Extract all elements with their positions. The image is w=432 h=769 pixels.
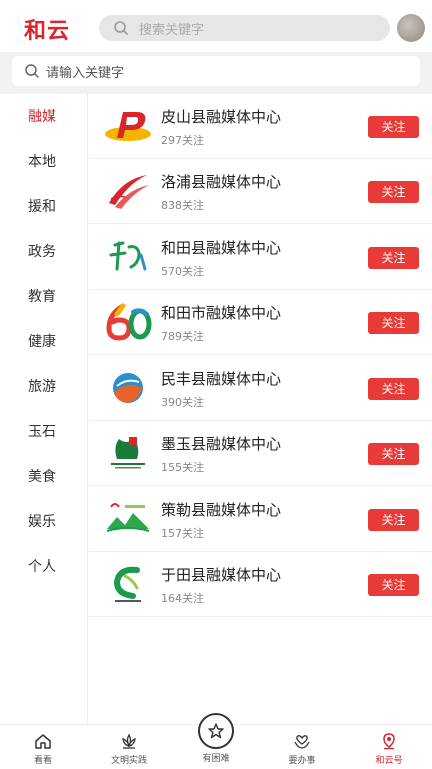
search-icon xyxy=(114,21,128,35)
tab-label: 文明实践 xyxy=(110,756,147,766)
list-item[interactable]: 皮山县融媒体中心 297关注 关注 xyxy=(89,94,432,159)
follower-count: 164关注 xyxy=(161,592,204,605)
media-name: 于田县融媒体中心 xyxy=(161,566,282,584)
tab-label: 要办事 xyxy=(288,756,316,766)
tab-label: 看看 xyxy=(33,756,52,766)
red-swoosh-logo xyxy=(109,175,149,209)
search-icon xyxy=(25,64,39,78)
blue-orange-circle-logo xyxy=(113,373,143,403)
green-red-emblem-logo xyxy=(111,437,145,469)
sidebar-item-rongmei[interactable]: 融媒 xyxy=(0,97,88,137)
follow-button[interactable]: 关注 xyxy=(368,181,419,203)
sidebar-item-lvyou[interactable]: 旅游 xyxy=(0,367,88,407)
follower-count: 157关注 xyxy=(161,527,204,540)
media-name: 洛浦县融媒体中心 xyxy=(161,173,282,191)
follower-count: 838关注 xyxy=(161,199,204,212)
sidebar-item-bendi[interactable]: 本地 xyxy=(0,142,88,182)
follower-count: 155关注 xyxy=(161,461,204,474)
sidebar-item-yushi[interactable]: 玉石 xyxy=(0,412,88,452)
tab-label: 和云号 xyxy=(375,756,403,766)
sidebar-item-meishi[interactable]: 美食 xyxy=(0,457,88,497)
tab-youkunnan[interactable]: 有困难 xyxy=(173,713,259,769)
green-mountain-logo xyxy=(106,503,150,532)
follow-button[interactable]: 关注 xyxy=(368,509,419,531)
media-name: 墨玉县融媒体中心 xyxy=(161,435,282,453)
top-search-bar[interactable]: 搜索关键字 xyxy=(99,15,390,41)
location-pin-icon xyxy=(383,733,395,750)
top-search-placeholder: 搜索关键字 xyxy=(139,23,205,38)
multicolor-60-logo xyxy=(106,303,152,341)
lotus-icon xyxy=(122,733,136,749)
sidebar-item-yuanhe[interactable]: 援和 xyxy=(0,187,88,227)
green-c-logo xyxy=(113,566,141,602)
media-name: 策勒县融媒体中心 xyxy=(161,501,282,519)
follow-button[interactable]: 关注 xyxy=(368,378,419,400)
follow-button[interactable]: 关注 xyxy=(368,574,419,596)
keyword-search-placeholder: 请输入关键字 xyxy=(46,66,125,81)
list-item[interactable]: 策勒县融媒体中心 157关注 关注 xyxy=(89,487,432,552)
media-name: 和田县融媒体中心 xyxy=(161,239,282,257)
media-name: 皮山县融媒体中心 xyxy=(161,108,282,126)
avatar[interactable] xyxy=(397,14,425,42)
list-item[interactable]: 墨玉县融媒体中心 155关注 关注 xyxy=(89,421,432,486)
follow-button[interactable]: 关注 xyxy=(368,312,419,334)
tab-label: 有困难 xyxy=(202,754,230,764)
tab-kankan[interactable]: 看看 xyxy=(0,725,86,769)
follower-count: 789关注 xyxy=(161,330,204,343)
list-item[interactable]: 洛浦县融媒体中心 838关注 关注 xyxy=(89,159,432,224)
bottom-tab-bar: 看看 文明实践 有困难 要办事 和云号 xyxy=(0,713,432,769)
hands-icon xyxy=(294,735,310,749)
follow-button[interactable]: 关注 xyxy=(368,247,419,269)
list-item[interactable]: 和田市融媒体中心 789关注 关注 xyxy=(89,290,432,355)
tab-yaobanshi[interactable]: 要办事 xyxy=(259,725,345,769)
tab-heyunhao[interactable]: 和云号 xyxy=(346,725,432,769)
red-yellow-p-logo xyxy=(105,112,151,141)
media-name: 民丰县融媒体中心 xyxy=(161,370,282,388)
top-bar: 和云 搜索关键字 xyxy=(0,0,432,52)
follow-button[interactable]: 关注 xyxy=(368,116,419,138)
follower-count: 570关注 xyxy=(161,265,204,278)
list-item[interactable]: 民丰县融媒体中心 390关注 关注 xyxy=(89,356,432,421)
sidebar-item-jiankang[interactable]: 健康 xyxy=(0,322,88,362)
follow-button[interactable]: 关注 xyxy=(368,443,419,465)
list-item[interactable]: 和田县融媒体中心 570关注 关注 xyxy=(89,225,432,290)
sidebar-item-jiaoyu[interactable]: 教育 xyxy=(0,277,88,317)
tab-wenming[interactable]: 文明实践 xyxy=(86,725,172,769)
follower-count: 297关注 xyxy=(161,134,204,147)
green-calligraphy-logo xyxy=(109,241,147,271)
sidebar-item-yule[interactable]: 娱乐 xyxy=(0,502,88,542)
list-item[interactable]: 于田县融媒体中心 164关注 关注 xyxy=(89,552,432,617)
media-name: 和田市融媒体中心 xyxy=(161,304,282,322)
app-logo: 和云 xyxy=(24,18,71,44)
follower-count: 390关注 xyxy=(161,396,204,409)
category-sidebar: 融媒 本地 援和 政务 教育 健康 旅游 玉石 美食 娱乐 个人 xyxy=(0,94,88,724)
sidebar-item-geren[interactable]: 个人 xyxy=(0,547,88,587)
home-icon xyxy=(35,734,51,749)
star-circle-icon xyxy=(208,723,224,739)
keyword-search-input[interactable]: 请输入关键字 xyxy=(12,56,420,86)
sidebar-item-zhengwu[interactable]: 政务 xyxy=(0,232,88,272)
